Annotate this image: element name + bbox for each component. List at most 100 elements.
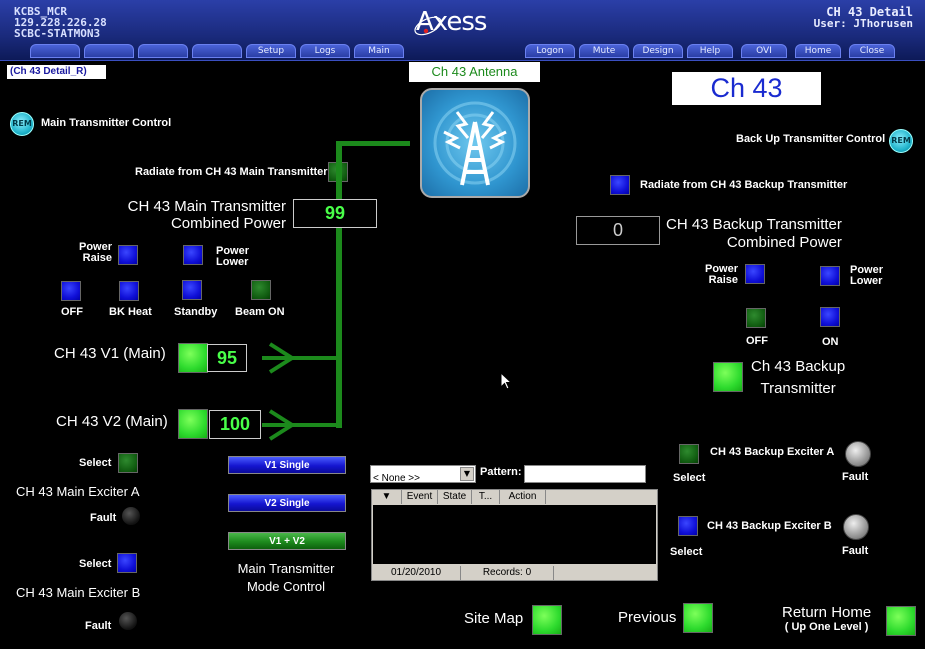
backup-exciter-b-select-button[interactable] <box>678 516 698 536</box>
main-feed-trunk <box>336 141 342 428</box>
main-exciter-a-label: CH 43 Main Exciter A <box>16 484 140 499</box>
detail-tag: (Ch 43 Detail_R) <box>7 65 106 79</box>
backup-power-lower-label: Power Lower <box>850 264 884 287</box>
backup-transmitter-line1: Ch 43 Backup <box>751 358 846 375</box>
backup-exciter-b-label: CH 43 Backup Exciter B <box>707 520 832 532</box>
event-grid-body[interactable] <box>373 505 656 564</box>
svg-text:Axess: Axess <box>416 7 487 37</box>
col-action[interactable]: Action <box>500 490 546 504</box>
nav-blank-2[interactable] <box>84 44 134 58</box>
main-combined-power-label: CH 43 Main Transmitter Combined Power <box>116 198 286 232</box>
axess-logo: Axess <box>412 4 494 49</box>
main-exciter-b-select-label: Select <box>79 558 112 570</box>
main-exciter-a-select-label: Select <box>79 457 112 469</box>
backup-combined-power-label: CH 43 Backup Transmitter Combined Power <box>666 216 842 252</box>
nav-ovi[interactable]: OVI <box>741 44 787 58</box>
previous-button[interactable] <box>683 603 713 633</box>
main-combined-power-line2: Combined Power <box>170 215 286 232</box>
return-home-button[interactable] <box>886 606 916 636</box>
main-power-lower-button[interactable] <box>183 245 203 265</box>
main-exciter-b-fault-label: Fault <box>85 620 112 632</box>
v2-value: 100 <box>209 410 261 439</box>
main-bk-heat-button[interactable] <box>119 281 139 301</box>
main-rem-indicator[interactable]: REM <box>10 112 34 136</box>
backup-off-button[interactable] <box>746 308 766 328</box>
event-grid-header: ▼ Event State T... Action <box>372 490 657 504</box>
nav-setup[interactable]: Setup <box>246 44 296 58</box>
backup-transmitter-label: Ch 43 Backup Transmitter <box>751 356 845 400</box>
backup-exciter-b-fault-led <box>843 514 869 540</box>
backup-off-label: OFF <box>746 335 768 347</box>
backup-power-raise-label: Power Raise <box>704 263 738 286</box>
mode-v2-single-button[interactable]: V2 Single <box>228 494 346 512</box>
mode-control-label: Main Transmitter Mode Control <box>226 560 346 596</box>
grid-sort-menu-icon[interactable]: ▼ <box>372 490 402 504</box>
main-power-raise-label: Power Raise <box>78 241 112 264</box>
main-bk-heat-label: BK Heat <box>109 306 152 318</box>
backup-rem-indicator[interactable]: REM <box>889 129 913 153</box>
pattern-input[interactable] <box>524 465 646 483</box>
main-exciter-a-fault-led <box>122 507 140 525</box>
event-grid: ▼ Event State T... Action 01/20/2010 Rec… <box>371 489 658 581</box>
main-exciter-a-select-button[interactable] <box>118 453 138 473</box>
col-state[interactable]: State <box>438 490 472 504</box>
backup-exciter-a-label: CH 43 Backup Exciter A <box>710 446 835 458</box>
mode-v1-single-button[interactable]: V1 Single <box>228 456 346 474</box>
nav-main[interactable]: Main <box>354 44 404 58</box>
backup-exciter-a-select-label: Select <box>673 472 706 484</box>
channel-title: Ch 43 <box>672 72 821 105</box>
nav-help[interactable]: Help <box>687 44 733 58</box>
main-off-button[interactable] <box>61 281 81 301</box>
backup-control-label: Back Up Transmitter Control <box>736 133 886 145</box>
backup-exciter-b-fault-label: Fault <box>842 545 869 557</box>
main-exciter-b-label: CH 43 Main Exciter B <box>16 585 141 600</box>
v1-arrow-icon <box>268 342 296 374</box>
nav-close[interactable]: Close <box>849 44 895 58</box>
event-records: Records: 0 <box>461 566 554 580</box>
v2-arrow-icon <box>268 409 296 441</box>
event-grid-status: 01/20/2010 Records: 0 <box>372 566 657 580</box>
backup-combined-power-line2: Combined Power <box>726 234 842 251</box>
backup-exciter-a-select-button[interactable] <box>679 444 699 464</box>
main-standby-button[interactable] <box>182 280 202 300</box>
nav-design[interactable]: Design <box>633 44 683 58</box>
v1-status-button[interactable] <box>178 343 208 373</box>
chevron-down-icon[interactable]: ▼ <box>460 467 474 481</box>
nav-logs[interactable]: Logs <box>300 44 350 58</box>
backup-combined-power-line1: CH 43 Backup Transmitter <box>666 216 842 233</box>
backup-transmitter-status-button[interactable] <box>713 362 743 392</box>
mode-control-line1: Main Transmitter <box>237 561 335 576</box>
main-exciter-b-select-button[interactable] <box>117 553 137 573</box>
main-power-raise-button[interactable] <box>118 245 138 265</box>
event-date: 01/20/2010 <box>372 566 461 580</box>
col-time[interactable]: T... <box>472 490 500 504</box>
backup-power-raise-button[interactable] <box>745 264 765 284</box>
nav-mute[interactable]: Mute <box>579 44 629 58</box>
col-event[interactable]: Event <box>402 490 438 504</box>
logo-swoosh-icon: Axess <box>414 7 488 37</box>
nav-blank-4[interactable] <box>192 44 242 58</box>
previous-label: Previous <box>618 609 677 626</box>
main-radiate-label: Radiate from CH 43 Main Transmitter <box>135 166 328 178</box>
event-filter-select[interactable]: < None >> ▼ <box>370 465 476 484</box>
main-beam-on-label: Beam ON <box>235 306 285 318</box>
main-exciter-a-fault-label: Fault <box>90 512 117 524</box>
nav-blank-3[interactable] <box>138 44 188 58</box>
return-home-label: Return Home ( Up One Level ) <box>782 604 871 633</box>
backup-on-button[interactable] <box>820 307 840 327</box>
antenna-tower-icon[interactable] <box>420 88 530 198</box>
return-home-line2: ( Up One Level ) <box>784 621 869 633</box>
backup-transmitter-line2: Transmitter <box>760 380 836 397</box>
backup-power-lower-button[interactable] <box>820 266 840 286</box>
main-beam-on-button[interactable] <box>251 280 271 300</box>
main-control-label: Main Transmitter Control <box>41 117 172 129</box>
nav-home[interactable]: Home <box>795 44 841 58</box>
nav-blank-1[interactable] <box>30 44 80 58</box>
mode-v1-v2-button[interactable]: V1 + V2 <box>228 532 346 550</box>
backup-radiate-button[interactable] <box>610 175 630 195</box>
backup-exciter-a-fault-led <box>845 441 871 467</box>
v2-status-button[interactable] <box>178 409 208 439</box>
site-map-button[interactable] <box>532 605 562 635</box>
main-power-lower-label: Power Lower <box>216 245 250 268</box>
nav-logon[interactable]: Logon <box>525 44 575 58</box>
